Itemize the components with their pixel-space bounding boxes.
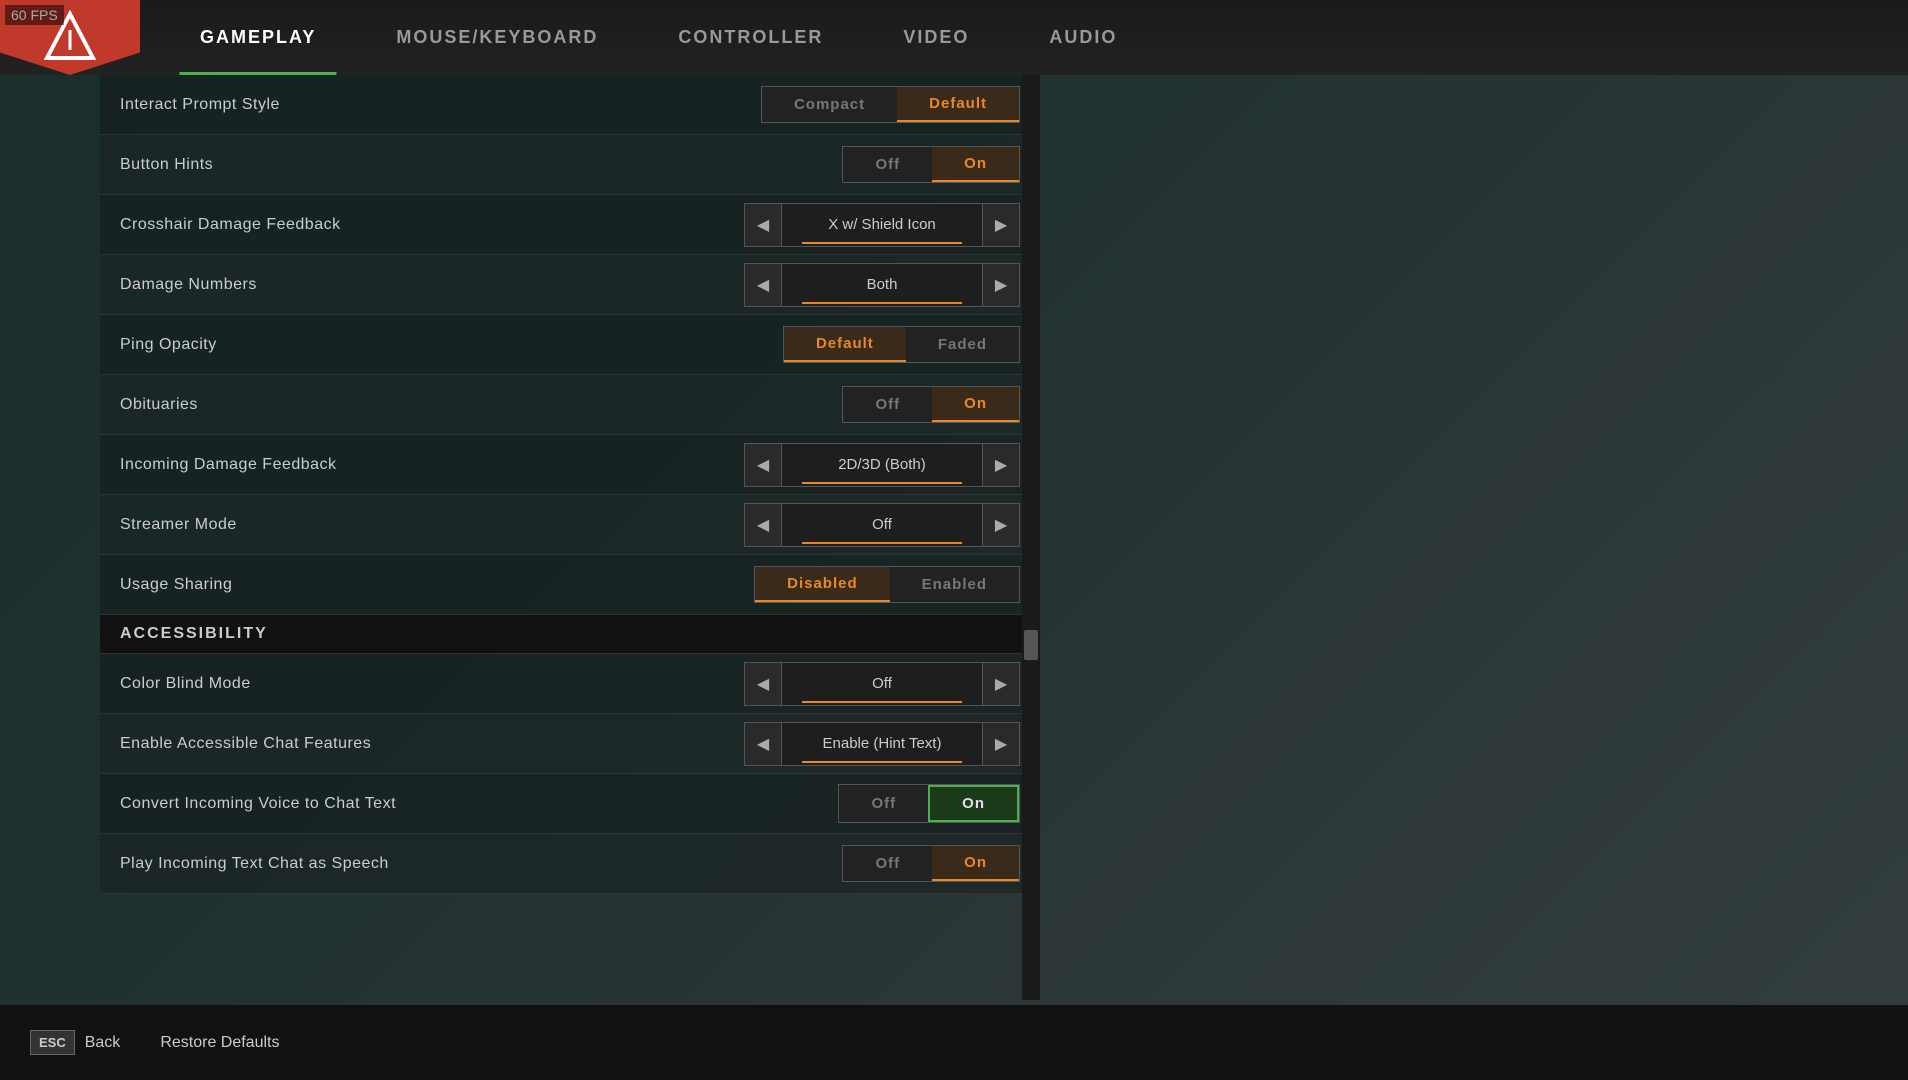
setting-streamer-mode: Streamer Mode ◀ Off ▶ [100, 495, 1040, 555]
crosshair-feedback-prev-btn[interactable]: ◀ [744, 203, 782, 247]
tab-mouse-keyboard[interactable]: MOUSE/KEYBOARD [356, 0, 638, 75]
voice-to-chat-control: Off On [838, 784, 1020, 823]
damage-numbers-label: Damage Numbers [120, 276, 744, 294]
setting-obituaries: Obituaries Off On [100, 375, 1040, 435]
voice-to-chat-label: Convert Incoming Voice to Chat Text [120, 795, 838, 813]
accessible-chat-label: Enable Accessible Chat Features [120, 735, 744, 753]
incoming-damage-value: 2D/3D (Both) [782, 443, 982, 487]
usage-sharing-disabled-btn[interactable]: Disabled [755, 567, 890, 602]
streamer-mode-control: ◀ Off ▶ [744, 503, 1020, 547]
damage-numbers-prev-btn[interactable]: ◀ [744, 263, 782, 307]
crosshair-damage-feedback-label: Crosshair Damage Feedback [120, 216, 744, 234]
fps-counter: 60 FPS [5, 5, 64, 25]
accessible-chat-prev-btn[interactable]: ◀ [744, 722, 782, 766]
color-blind-next-btn[interactable]: ▶ [982, 662, 1020, 706]
interact-prompt-compact-btn[interactable]: Compact [762, 87, 897, 122]
setting-interact-prompt-style: Interact Prompt Style Compact Default [100, 75, 1040, 135]
scrollbar-thumb[interactable] [1024, 630, 1038, 660]
interact-prompt-toggle-group: Compact Default [761, 86, 1020, 123]
setting-accessible-chat: Enable Accessible Chat Features ◀ Enable… [100, 714, 1040, 774]
obituaries-toggle-group: Off On [842, 386, 1020, 423]
incoming-damage-prev-btn[interactable]: ◀ [744, 443, 782, 487]
setting-ping-opacity: Ping Opacity Default Faded [100, 315, 1040, 375]
streamer-mode-prev-btn[interactable]: ◀ [744, 503, 782, 547]
crosshair-damage-feedback-control: ◀ X w/ Shield Icon ▶ [744, 203, 1020, 247]
tab-gameplay[interactable]: GAMEPLAY [160, 0, 356, 75]
button-hints-label: Button Hints [120, 156, 842, 174]
incoming-damage-feedback-control: ◀ 2D/3D (Both) ▶ [744, 443, 1020, 487]
accessible-chat-value: Enable (Hint Text) [782, 722, 982, 766]
voice-to-chat-off-btn[interactable]: Off [839, 785, 928, 822]
color-blind-mode-label: Color Blind Mode [120, 675, 744, 693]
tab-audio[interactable]: AUDIO [1009, 0, 1157, 75]
crosshair-feedback-value: X w/ Shield Icon [782, 203, 982, 247]
back-button[interactable]: ESC Back [30, 1030, 120, 1055]
restore-defaults-button[interactable]: Restore Defaults [160, 1034, 279, 1052]
setting-usage-sharing: Usage Sharing Disabled Enabled [100, 555, 1040, 615]
setting-text-as-speech: Play Incoming Text Chat as Speech Off On [100, 834, 1040, 894]
top-nav-bar: GAMEPLAY MOUSE/KEYBOARD CONTROLLER VIDEO… [0, 0, 1908, 75]
text-as-speech-on-btn[interactable]: On [932, 846, 1019, 881]
back-label: Back [85, 1034, 121, 1052]
crosshair-feedback-next-btn[interactable]: ▶ [982, 203, 1020, 247]
ping-opacity-toggle-group: Default Faded [783, 326, 1020, 363]
obituaries-off-btn[interactable]: Off [843, 387, 932, 422]
scrollbar-track[interactable] [1022, 75, 1040, 1000]
setting-incoming-damage-feedback: Incoming Damage Feedback ◀ 2D/3D (Both) … [100, 435, 1040, 495]
incoming-damage-feedback-label: Incoming Damage Feedback [120, 456, 744, 474]
obituaries-on-btn[interactable]: On [932, 387, 1019, 422]
accessible-chat-control: ◀ Enable (Hint Text) ▶ [744, 722, 1020, 766]
streamer-mode-next-btn[interactable]: ▶ [982, 503, 1020, 547]
bottom-bar: ESC Back Restore Defaults [0, 1005, 1908, 1080]
usage-sharing-control: Disabled Enabled [754, 566, 1020, 603]
ping-opacity-control: Default Faded [783, 326, 1020, 363]
restore-defaults-label: Restore Defaults [160, 1034, 279, 1052]
button-hints-off-btn[interactable]: Off [843, 147, 932, 182]
esc-key-label: ESC [30, 1030, 75, 1055]
setting-color-blind-mode: Color Blind Mode ◀ Off ▶ [100, 654, 1040, 714]
interact-prompt-style-label: Interact Prompt Style [120, 96, 761, 114]
button-hints-on-btn[interactable]: On [932, 147, 1019, 182]
voice-to-chat-on-btn[interactable]: On [928, 785, 1019, 822]
obituaries-control: Off On [842, 386, 1020, 423]
setting-crosshair-damage-feedback: Crosshair Damage Feedback ◀ X w/ Shield … [100, 195, 1040, 255]
text-as-speech-label: Play Incoming Text Chat as Speech [120, 855, 842, 873]
incoming-damage-next-btn[interactable]: ▶ [982, 443, 1020, 487]
nav-tabs: GAMEPLAY MOUSE/KEYBOARD CONTROLLER VIDEO… [140, 0, 1908, 75]
button-hints-toggle-group: Off On [842, 146, 1020, 183]
settings-list: Interact Prompt Style Compact Default Bu… [100, 75, 1040, 1000]
ping-opacity-label: Ping Opacity [120, 336, 783, 354]
usage-sharing-enabled-btn[interactable]: Enabled [890, 567, 1019, 602]
usage-sharing-label: Usage Sharing [120, 576, 754, 594]
damage-numbers-next-btn[interactable]: ▶ [982, 263, 1020, 307]
usage-sharing-toggle-group: Disabled Enabled [754, 566, 1020, 603]
accessible-chat-next-btn[interactable]: ▶ [982, 722, 1020, 766]
settings-panel: Interact Prompt Style Compact Default Bu… [100, 75, 1040, 1000]
text-as-speech-toggle-group: Off On [842, 845, 1020, 882]
tab-controller[interactable]: CONTROLLER [638, 0, 863, 75]
button-hints-control: Off On [842, 146, 1020, 183]
damage-numbers-control: ◀ Both ▶ [744, 263, 1020, 307]
obituaries-label: Obituaries [120, 396, 842, 414]
ping-opacity-default-btn[interactable]: Default [784, 327, 906, 362]
ping-opacity-faded-btn[interactable]: Faded [906, 327, 1019, 362]
streamer-mode-label: Streamer Mode [120, 516, 744, 534]
main-content: Interact Prompt Style Compact Default Bu… [100, 75, 1808, 1000]
color-blind-prev-btn[interactable]: ◀ [744, 662, 782, 706]
setting-damage-numbers: Damage Numbers ◀ Both ▶ [100, 255, 1040, 315]
voice-to-chat-toggle-group: Off On [838, 784, 1020, 823]
color-blind-value: Off [782, 662, 982, 706]
color-blind-mode-control: ◀ Off ▶ [744, 662, 1020, 706]
text-as-speech-control: Off On [842, 845, 1020, 882]
interact-prompt-default-btn[interactable]: Default [897, 87, 1019, 122]
tab-video[interactable]: VIDEO [863, 0, 1009, 75]
setting-voice-to-chat: Convert Incoming Voice to Chat Text Off … [100, 774, 1040, 834]
setting-button-hints: Button Hints Off On [100, 135, 1040, 195]
accessibility-section-header: ACCESSIBILITY [100, 615, 1040, 654]
text-as-speech-off-btn[interactable]: Off [843, 846, 932, 881]
damage-numbers-value: Both [782, 263, 982, 307]
streamer-mode-value: Off [782, 503, 982, 547]
interact-prompt-style-control: Compact Default [761, 86, 1020, 123]
